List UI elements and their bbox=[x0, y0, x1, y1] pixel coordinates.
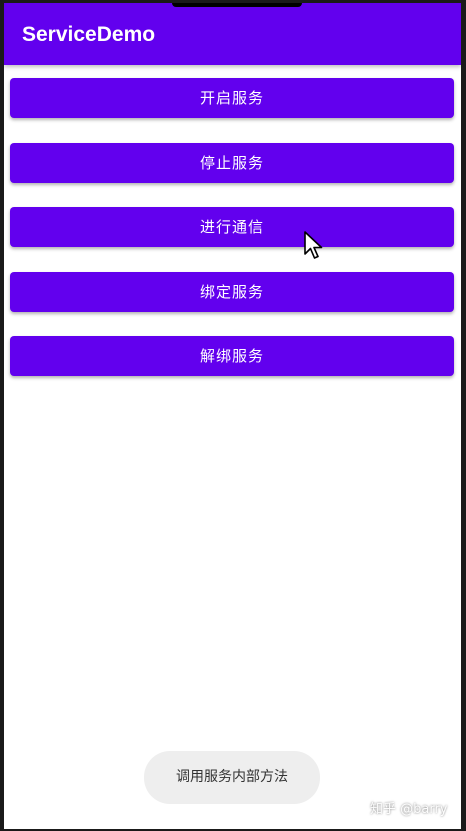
device-frame: ServiceDemo 开启服务 停止服务 进行通信 绑定服务 解绑服务 调用服… bbox=[0, 0, 466, 831]
stop-service-button[interactable]: 停止服务 bbox=[10, 142, 454, 183]
bind-service-button[interactable]: 绑定服务 bbox=[10, 271, 454, 312]
unbind-service-button[interactable]: 解绑服务 bbox=[10, 336, 454, 376]
app-screen: ServiceDemo 开启服务 停止服务 进行通信 绑定服务 解绑服务 调用服… bbox=[4, 3, 461, 829]
camera-notch bbox=[172, 3, 302, 7]
toast-message: 调用服务内部方法 bbox=[144, 751, 320, 804]
app-title: ServiceDemo bbox=[22, 23, 156, 46]
app-bar: ServiceDemo bbox=[4, 3, 461, 65]
start-service-button[interactable]: 开启服务 bbox=[10, 78, 454, 118]
arrow-cursor-icon bbox=[304, 231, 323, 259]
button-list: 开启服务 停止服务 进行通信 绑定服务 解绑服务 bbox=[10, 78, 455, 401]
watermark: 知乎 @barry bbox=[370, 802, 448, 817]
communicate-button[interactable]: 进行通信 bbox=[10, 207, 454, 247]
